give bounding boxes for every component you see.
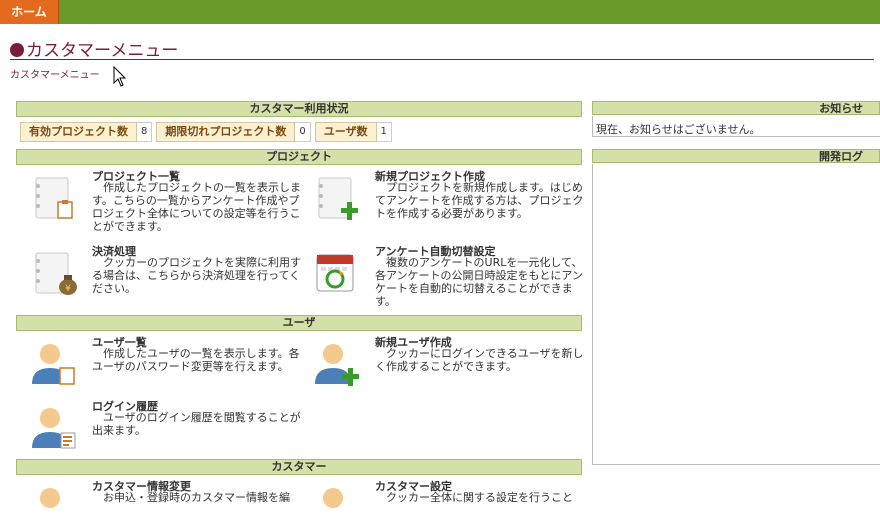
customer-settings-icon: [323, 488, 343, 508]
page-title-text: カスタマーメニュー: [26, 41, 179, 61]
devlog-header: 開発ログ: [592, 149, 880, 163]
stat-label-expired-projects: 期限切れプロジェクト数: [156, 122, 296, 142]
stat-label-active-projects: 有効プロジェクト数: [20, 122, 137, 142]
devlog-panel: [592, 164, 880, 465]
usage-stats: 有効プロジェクト数 8 期限切れプロジェクト数 0 ユーザ数 1: [20, 122, 396, 142]
calendar-refresh-icon: [316, 254, 354, 292]
new-document-icon: [318, 177, 358, 220]
customer-settings-desc: クッカー全体に関する設定を行うこと: [386, 491, 573, 504]
usage-section-header: カスタマー利用状況: [16, 101, 582, 117]
stat-value-expired-projects: 0: [295, 122, 311, 142]
title-divider: [10, 59, 874, 60]
login-history-icon: [32, 408, 76, 449]
notice-text: 現在、お知らせはございません。: [596, 123, 761, 136]
stat-value-users: 1: [376, 122, 392, 142]
user-list-icon: [32, 344, 75, 385]
login-history-desc: ユーザのログイン履歴を閲覧することが出来ます。: [92, 411, 301, 437]
user-list-desc: 作成したユーザの一覧を表示します。各ユーザのパスワード変更等を行えます。: [92, 347, 300, 373]
stat-value-active-projects: 8: [137, 122, 153, 142]
breadcrumb[interactable]: カスタマーメニュー: [10, 66, 100, 81]
top-nav-bar: ホーム: [0, 0, 880, 24]
payment-desc: クッカーのプロジェクトを実際に利用する場合は、こちらから決済処理を行ってください…: [92, 256, 301, 295]
project-list-desc: 作成したプロジェクトの一覧を表示します。こちらの一覧からアンケート作成やプロジェ…: [92, 181, 301, 233]
auto-switch-desc: 複数のアンケートのURLを一元化して、各アンケートの公開日時設定をもとにアンケー…: [375, 256, 583, 308]
new-project-desc: プロジェクトを新規作成します。はじめてアンケートを作成する方は、プロジェクトを作…: [375, 181, 584, 220]
customer-info-desc: お申込・登録時のカスタマー情報を編: [103, 491, 290, 504]
add-user-icon: [315, 344, 359, 386]
customer-section-header: カスタマー: [16, 459, 582, 475]
home-tab[interactable]: ホーム: [0, 0, 59, 24]
project-section-header: プロジェクト: [16, 149, 582, 165]
page-title: カスタマーメニュー: [10, 36, 178, 61]
document-list-icon: [35, 177, 73, 219]
customer-info-icon: [40, 488, 60, 508]
notice-header: お知らせ: [592, 101, 880, 115]
new-user-desc: クッカーにログインできるユーザを新しく作成することができます。: [375, 347, 584, 373]
svg-text:¥: ¥: [65, 284, 71, 294]
title-bullet-icon: [10, 43, 24, 57]
money-bag-document-icon: ¥: [35, 252, 77, 295]
user-section-header: ユーザ: [16, 315, 582, 331]
stat-label-users: ユーザ数: [314, 122, 377, 142]
mouse-cursor-icon: [113, 66, 127, 87]
